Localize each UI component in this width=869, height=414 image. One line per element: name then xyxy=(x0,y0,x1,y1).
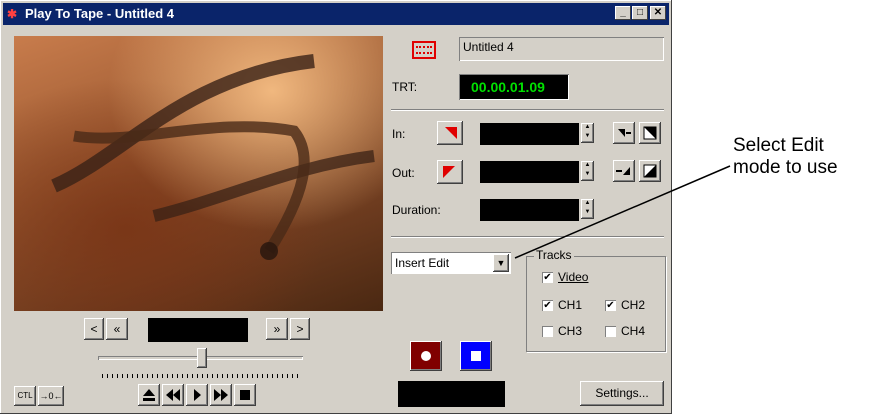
callout-text: Select Edit mode to use xyxy=(733,135,838,179)
callout-line-1: Select Edit xyxy=(733,135,824,156)
callout-line-2: mode to use xyxy=(733,157,838,178)
callout-line xyxy=(514,165,731,259)
